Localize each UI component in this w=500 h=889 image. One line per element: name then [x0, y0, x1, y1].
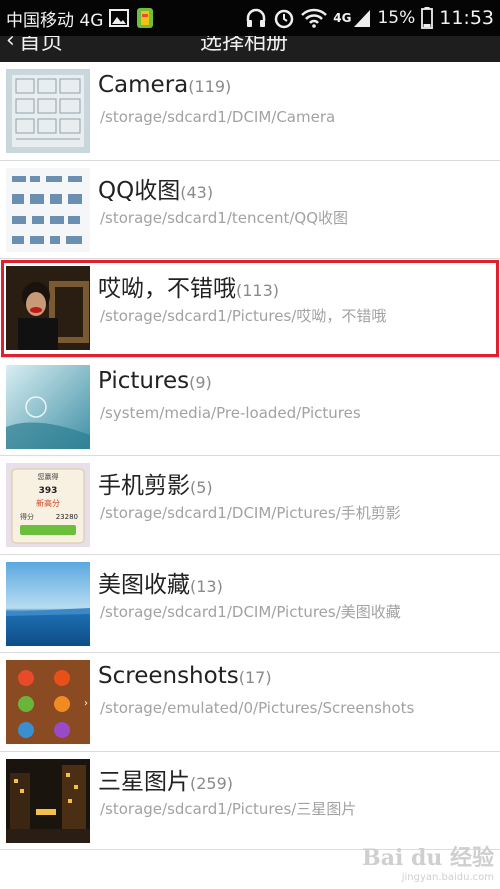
carrier-label: 中国移动 4G: [6, 10, 104, 31]
album-count: (13): [190, 576, 223, 596]
album-name: 三星图片: [98, 768, 190, 795]
album-name: QQ收图: [98, 177, 181, 204]
album-name: Pictures: [98, 367, 190, 394]
album-row-beauty[interactable]: 美图收藏(13) /storage/sdcard1/DCIM/Pictures/…: [0, 555, 500, 653]
album-path: /storage/sdcard1/Pictures/哎呦，不错哦: [100, 307, 387, 325]
status-bar: 中国移动 4G 4G 15% 11:53: [0, 0, 500, 36]
baidu-watermark: Bai du 经验 jingyan.baidu.com: [362, 840, 494, 883]
album-count: (17): [238, 668, 272, 687]
game-points: 23280: [56, 513, 78, 521]
album-name: 美图收藏: [98, 571, 190, 598]
signal-icon: 4G: [333, 8, 371, 28]
album-name: Camera: [98, 72, 189, 98]
album-row-camera[interactable]: Camera(119) /storage/sdcard1/DCIM/Camera: [0, 62, 500, 161]
album-list: Camera(119) /storage/sdcard1/DCIM/Camera…: [0, 62, 500, 850]
back-button-label: 首页: [18, 36, 63, 55]
album-name: 手机剪影: [98, 473, 190, 499]
album-count: (5): [190, 478, 213, 497]
game-points-label: 得分: [20, 512, 34, 521]
svg-text:›: ›: [84, 698, 88, 709]
album-thumbnail: ›: [6, 660, 90, 744]
battery-percent: 15%: [377, 8, 416, 28]
album-row-screenshots[interactable]: › Screenshots(17) /storage/emulated/0/Pi…: [0, 653, 500, 752]
watermark-url: jingyan.baidu.com: [401, 872, 494, 883]
album-count: (113): [236, 281, 280, 300]
album-path: /storage/sdcard1/DCIM/Pictures/美图收藏: [100, 602, 401, 621]
network-type-badge: 4G: [333, 11, 352, 25]
album-thumbnail: 您赢得 393 新高分 得分 23280: [6, 463, 90, 547]
album-row-phone-clips[interactable]: 您赢得 393 新高分 得分 23280 手机剪影(5) /storage/sd…: [0, 456, 500, 555]
album-path: /storage/sdcard1/tencent/QQ收图: [100, 208, 349, 227]
alarm-icon: [273, 7, 295, 29]
headphones-icon: [245, 8, 267, 28]
album-row-qq[interactable]: QQ收图(43) /storage/sdcard1/tencent/QQ收图: [0, 161, 500, 259]
picture-icon: [109, 9, 130, 27]
wifi-icon: [301, 8, 328, 28]
title-bar: ‹ 首页 选择相册: [0, 36, 500, 62]
album-thumbnail: [6, 758, 90, 843]
game-win-label: 您赢得: [38, 472, 59, 481]
album-path: /storage/emulated/0/Pictures/Screenshots: [100, 699, 415, 717]
album-path: /storage/sdcard1/DCIM/Pictures/手机剪影: [100, 504, 401, 522]
album-thumbnail: [6, 561, 90, 646]
album-thumbnail: [6, 364, 90, 449]
game-new-highscore: 新高分: [36, 498, 60, 508]
back-button[interactable]: ‹ 首页: [6, 36, 63, 56]
album-row-selected[interactable]: 哎呦，不错哦(113) /storage/sdcard1/Pictures/哎呦…: [0, 259, 500, 358]
album-path: /storage/sdcard1/Pictures/三星图片: [100, 799, 357, 818]
clock: 11:53: [439, 7, 494, 29]
battery-icon: [421, 7, 434, 29]
watermark-logo: Bai du 经验: [362, 845, 494, 871]
album-name: Screenshots: [98, 663, 239, 689]
album-name: 哎呦，不错哦: [98, 276, 236, 302]
album-count: (119): [188, 77, 232, 96]
album-thumbnail: [6, 266, 90, 350]
game-score: 393: [39, 486, 58, 496]
album-thumbnail: [6, 69, 90, 153]
album-row-samsung[interactable]: 三星图片(259) /storage/sdcard1/Pictures/三星图片: [0, 752, 500, 850]
album-count: (43): [180, 182, 214, 202]
album-path: /system/media/Pre-loaded/Pictures: [100, 403, 361, 422]
app-icon: [135, 6, 155, 30]
page-title: 选择相册: [200, 36, 289, 55]
album-path: /storage/sdcard1/DCIM/Camera: [100, 108, 336, 126]
album-count: (259): [190, 773, 234, 793]
back-arrow-icon: ‹: [6, 36, 15, 53]
album-thumbnail: [6, 167, 90, 252]
album-count: (9): [189, 372, 212, 392]
album-row-pictures[interactable]: Pictures(9) /system/media/Pre-loaded/Pic…: [0, 358, 500, 456]
